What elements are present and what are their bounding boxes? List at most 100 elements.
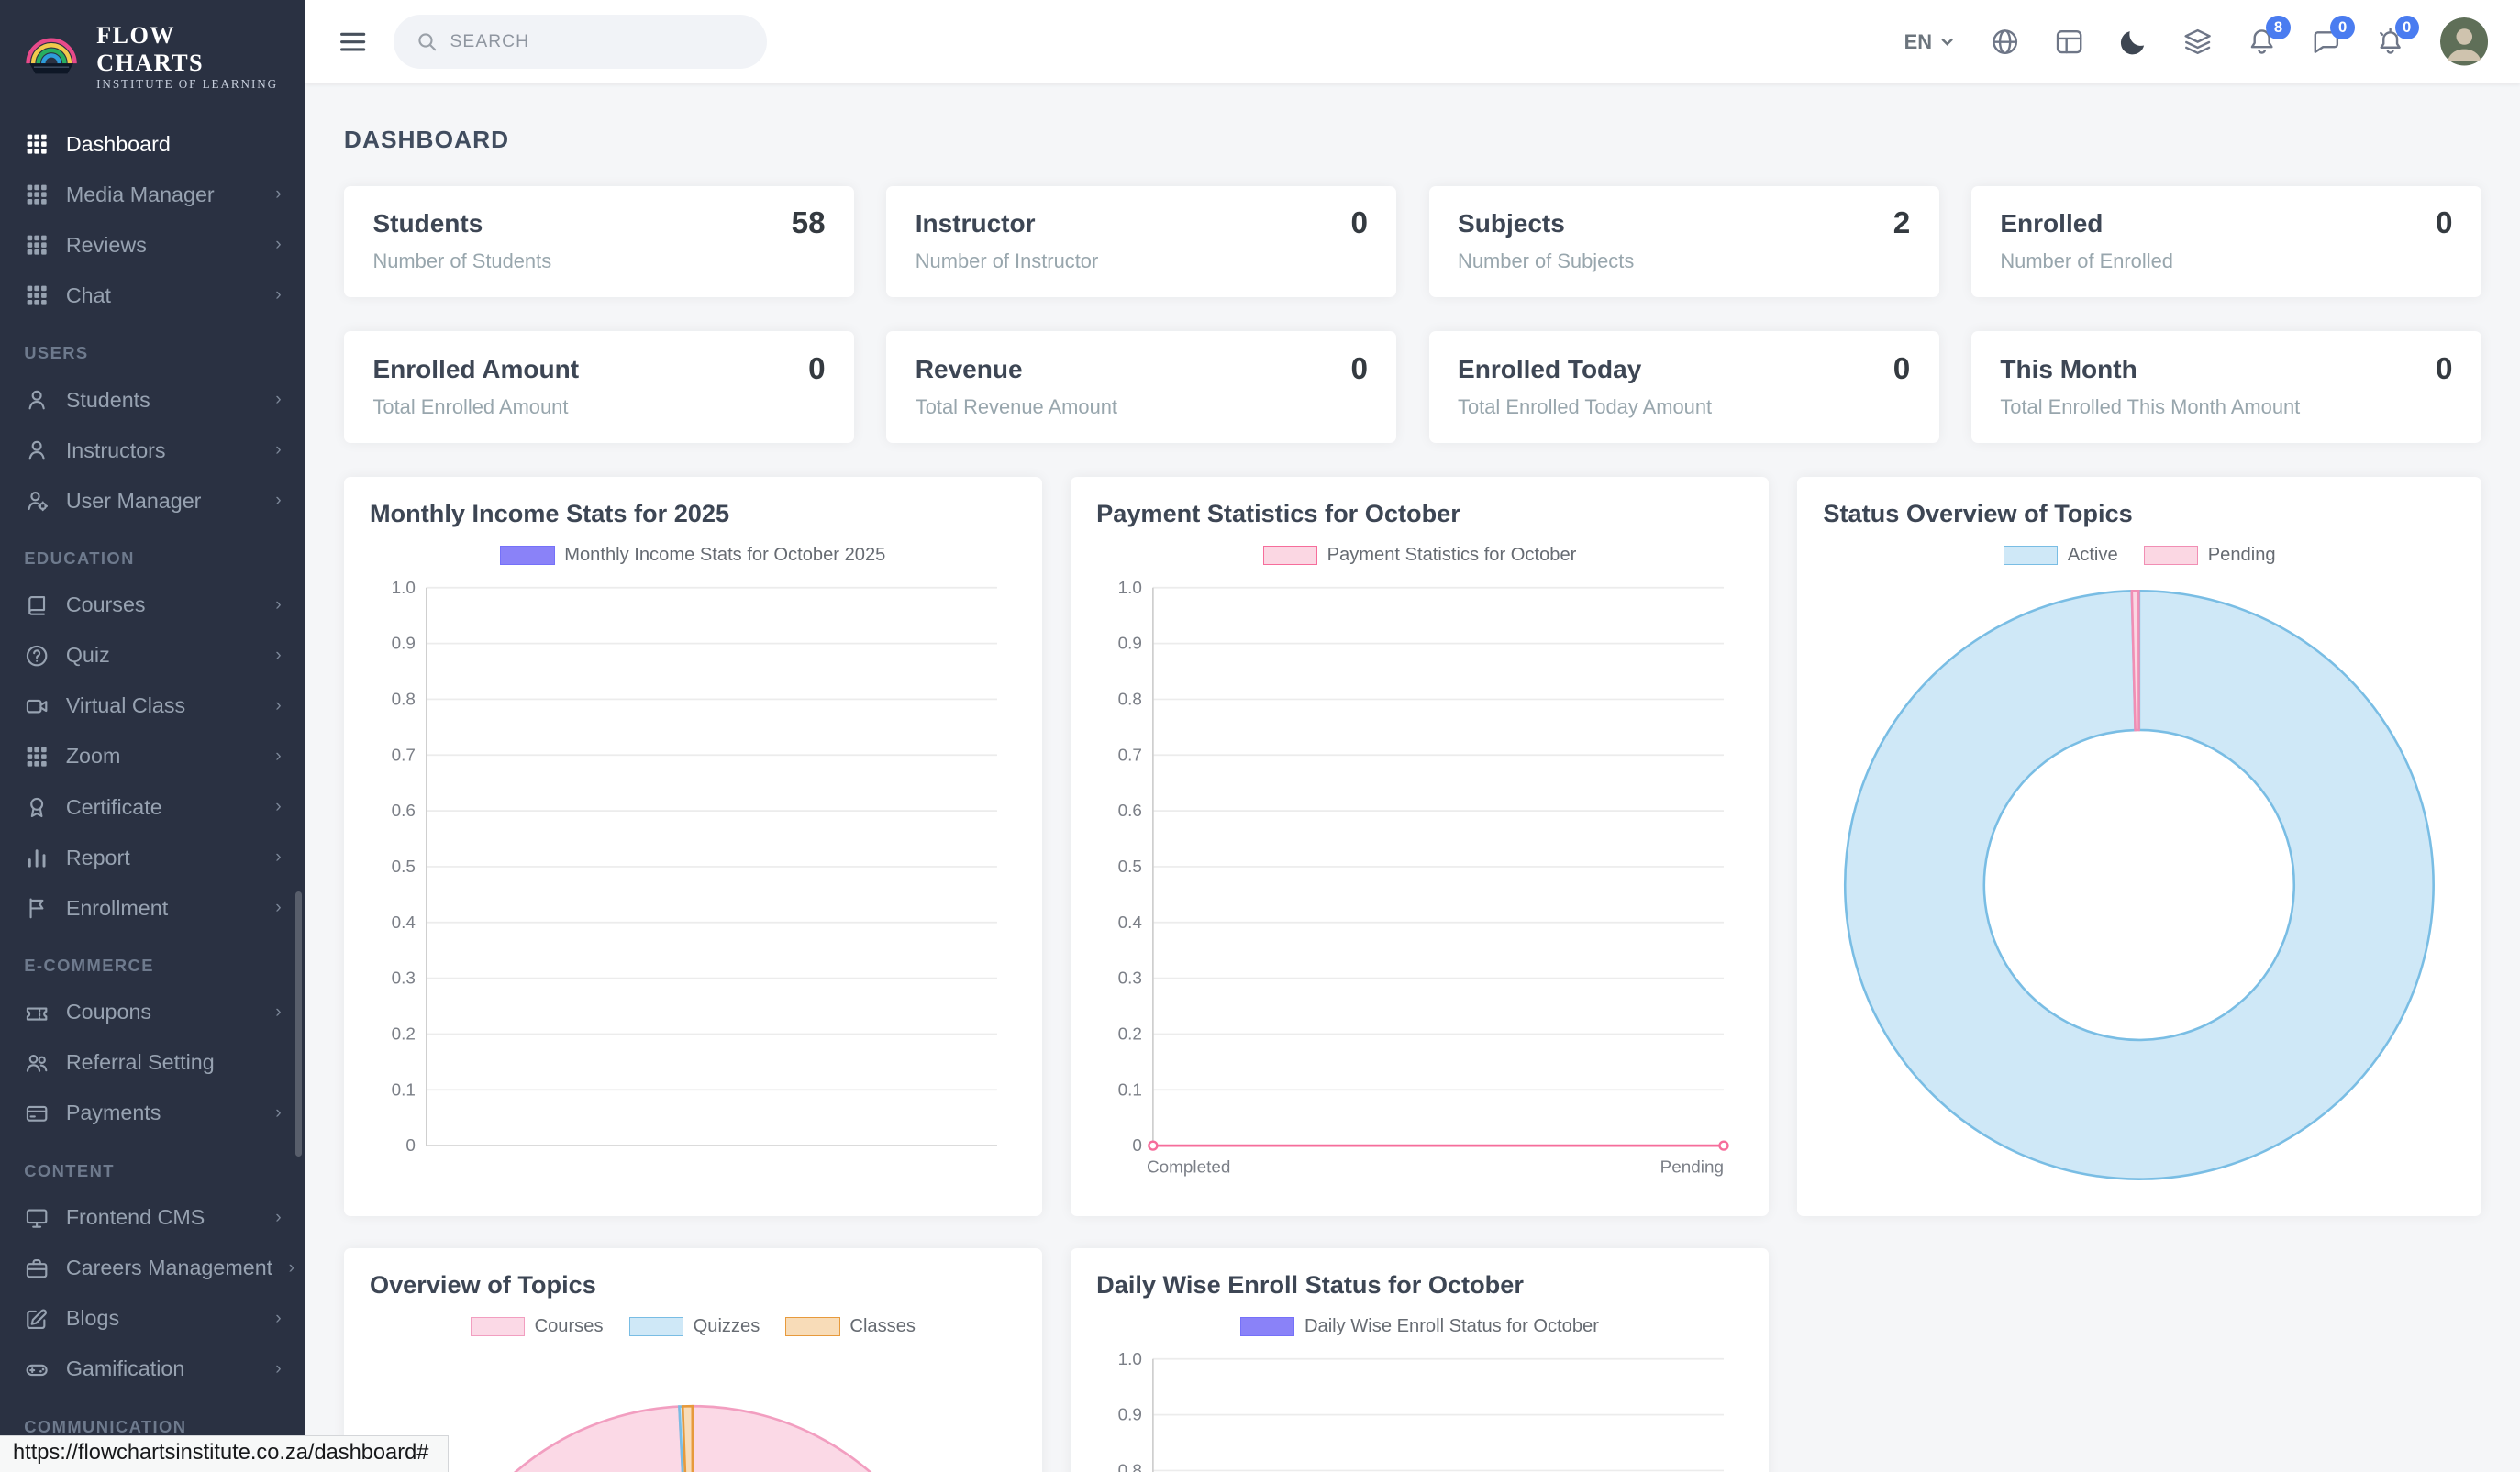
chevron-right-icon: ›	[275, 1359, 281, 1379]
legend-swatch	[785, 1317, 840, 1336]
legend-swatch	[2004, 546, 2059, 565]
sidebar-item-quiz[interactable]: Quiz›	[0, 630, 305, 681]
apps-button[interactable]	[2054, 27, 2084, 57]
chevron-right-icon: ›	[275, 595, 281, 615]
stat-subtitle: Number of Subjects	[1458, 249, 1910, 273]
svg-text:0.4: 0.4	[1118, 913, 1142, 933]
layers-icon	[2182, 27, 2213, 57]
sidebar-item-label: Report	[66, 846, 130, 870]
legend-item-payment-statistics-for-october[interactable]: Payment Statistics for October	[1263, 545, 1577, 566]
language-selector[interactable]: EN	[1904, 30, 1957, 54]
legend-swatch	[629, 1317, 684, 1336]
stat-card-revenue: Revenue0Total Revenue Amount	[886, 331, 1396, 443]
search-input[interactable]	[450, 32, 745, 52]
legend-label: Payment Statistics for October	[1327, 545, 1577, 566]
main-area: EN 8	[305, 0, 2520, 1472]
sidebar-item-payments[interactable]: Payments›	[0, 1088, 305, 1138]
legend-label: Quizzes	[694, 1316, 760, 1337]
sidebar-item-careers-management[interactable]: Careers Management›	[0, 1243, 305, 1293]
sidebar-item-label: Quiz	[66, 643, 110, 668]
credit-card-icon	[24, 1101, 50, 1125]
globe-button[interactable]	[1990, 27, 2020, 57]
sidebar-item-user-manager[interactable]: User Manager›	[0, 476, 305, 526]
legend-item-monthly-income-stats-for-october-2025[interactable]: Monthly Income Stats for October 2025	[500, 545, 885, 566]
sidebar-item-frontend-cms[interactable]: Frontend CMS›	[0, 1192, 305, 1243]
chevron-right-icon: ›	[275, 1002, 281, 1023]
language-label: EN	[1904, 30, 1932, 54]
stat-card-enrolled-today: Enrolled Today0Total Enrolled Today Amou…	[1429, 331, 1939, 443]
brand-logo[interactable]: FLOW CHARTS INSTITUTE OF LEARNING	[0, 0, 305, 113]
legend-item-courses[interactable]: Courses	[471, 1316, 604, 1337]
stat-value: 0	[2436, 206, 2453, 241]
sidebar-item-chat[interactable]: Chat›	[0, 271, 305, 321]
menu-toggle-button[interactable]	[338, 27, 368, 57]
sidebar-item-virtual-class[interactable]: Virtual Class›	[0, 681, 305, 731]
stat-card-enrolled: Enrolled0Number of Enrolled	[1971, 186, 2481, 298]
avatar-image	[2440, 17, 2489, 66]
chevron-right-icon: ›	[275, 847, 281, 868]
stat-card-enrolled-amount: Enrolled Amount0Total Enrolled Amount	[344, 331, 854, 443]
svg-text:0.8: 0.8	[392, 691, 416, 710]
layers-button[interactable]	[2182, 27, 2213, 57]
stat-subtitle: Number of Instructor	[916, 249, 1368, 273]
messages-button[interactable]: 0	[2311, 27, 2341, 57]
legend-item-quizzes[interactable]: Quizzes	[629, 1316, 760, 1337]
legend-item-active[interactable]: Active	[2004, 545, 2118, 566]
notifications-button[interactable]: 8	[2247, 27, 2277, 57]
chart-title: Payment Statistics for October	[1096, 499, 1743, 528]
sidebar-scrollbar[interactable]	[295, 891, 302, 1157]
legend-item-pending[interactable]: Pending	[2144, 545, 2276, 566]
sidebar-item-gamification[interactable]: Gamification›	[0, 1344, 305, 1394]
legend-item-classes[interactable]: Classes	[785, 1316, 916, 1337]
sidebar-section-label: EDUCATION	[0, 526, 305, 581]
charts-row-2: Overview of TopicsCoursesQuizzesClasses …	[344, 1248, 2481, 1472]
legend-label: Active	[2068, 545, 2118, 566]
stat-card-this-month: This Month0Total Enrolled This Month Amo…	[1971, 331, 2481, 443]
sidebar-item-referral-setting[interactable]: Referral Setting	[0, 1037, 305, 1088]
sidebar-item-zoom[interactable]: Zoom›	[0, 731, 305, 781]
chevron-right-icon: ›	[275, 390, 281, 410]
stats-grid: Students58Number of StudentsInstructor0N…	[344, 186, 2481, 443]
legend-item-daily-wise-enroll-status-for-october[interactable]: Daily Wise Enroll Status for October	[1240, 1316, 1599, 1337]
svg-text:0.3: 0.3	[1118, 969, 1142, 989]
bar-chart-icon	[24, 846, 50, 869]
sidebar-item-coupons[interactable]: Coupons›	[0, 987, 305, 1037]
chart-legend: Daily Wise Enroll Status for October	[1096, 1316, 1743, 1337]
chart-legend: Monthly Income Stats for October 2025	[370, 545, 1016, 566]
stat-title: Enrolled	[2000, 209, 2103, 238]
sidebar-section-label: E-COMMERCE	[0, 934, 305, 988]
sidebar-item-students[interactable]: Students›	[0, 375, 305, 426]
sidebar-item-reviews[interactable]: Reviews›	[0, 220, 305, 271]
users-icon	[24, 1051, 50, 1075]
dark-mode-button[interactable]	[2118, 27, 2148, 57]
stat-value: 0	[1350, 352, 1368, 387]
legend-label: Pending	[2208, 545, 2276, 566]
chevron-right-icon: ›	[275, 1309, 281, 1329]
sidebar-item-media-manager[interactable]: Media Manager›	[0, 170, 305, 220]
legend-swatch	[500, 546, 555, 565]
sidebar-item-label: Payments	[66, 1101, 161, 1125]
chevron-right-icon: ›	[275, 696, 281, 716]
sidebar-item-certificate[interactable]: Certificate›	[0, 782, 305, 833]
sidebar-item-dashboard[interactable]: Dashboard	[0, 119, 305, 170]
svg-text:Completed: Completed	[1147, 1158, 1230, 1178]
topbar: EN 8	[305, 0, 2520, 83]
chart-card-payment-statistics: Payment Statistics for October Payment St…	[1071, 477, 1769, 1216]
alerts-button[interactable]: 0	[2375, 27, 2405, 57]
user-avatar[interactable]	[2440, 17, 2489, 66]
award-icon	[24, 795, 50, 819]
sidebar-item-courses[interactable]: Courses›	[0, 580, 305, 630]
book-icon	[24, 593, 50, 617]
sidebar-item-label: Certificate	[66, 795, 162, 820]
brand-name: FLOW CHARTS	[96, 22, 286, 77]
sidebar-item-report[interactable]: Report ›	[0, 833, 305, 883]
stat-title: Enrolled Amount	[372, 355, 579, 384]
stat-title: Subjects	[1458, 209, 1565, 238]
sidebar-item-enrollment[interactable]: Enrollment›	[0, 883, 305, 934]
sidebar-item-instructors[interactable]: Instructors›	[0, 426, 305, 476]
grid-icon	[24, 233, 50, 257]
svg-text:Pending: Pending	[1660, 1158, 1724, 1178]
sidebar-item-blogs[interactable]: Blogs›	[0, 1293, 305, 1344]
gamepad-icon	[24, 1357, 50, 1381]
stat-subtitle: Total Enrolled Today Amount	[1458, 395, 1910, 419]
